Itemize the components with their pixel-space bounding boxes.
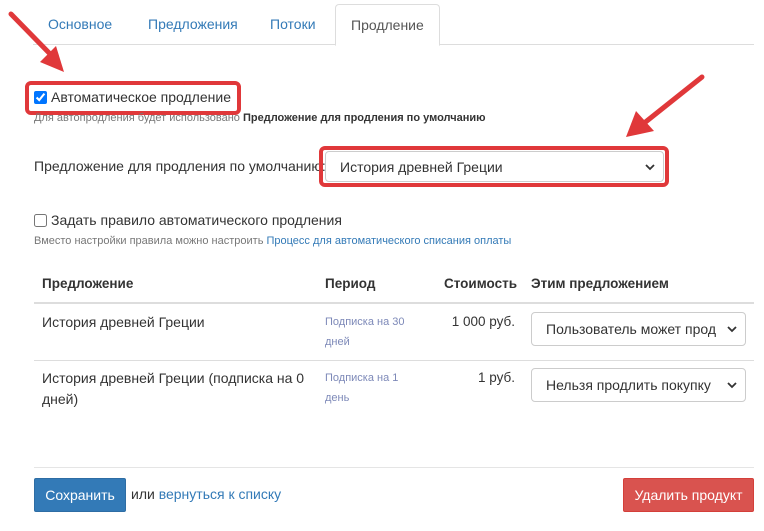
tab-renewal[interactable]: Продление bbox=[335, 4, 440, 46]
table-header-divider bbox=[34, 302, 754, 304]
chevron-down-icon bbox=[645, 163, 655, 170]
row-action-value: Пользователь может прод bbox=[546, 321, 716, 337]
row-period: Подписка на 1 день bbox=[325, 372, 399, 404]
auto-renewal-hint: Для автопродления будет использовано Пре… bbox=[34, 112, 486, 124]
rule-hint-text: Вместо настройки правила можно настроить bbox=[34, 235, 267, 247]
table-row-divider bbox=[34, 360, 754, 361]
chevron-down-icon bbox=[727, 326, 737, 333]
annotation-arrow-icon bbox=[626, 74, 705, 137]
tab-main[interactable]: Основное bbox=[33, 4, 127, 45]
delete-product-button[interactable]: Удалить продукт bbox=[623, 478, 754, 512]
default-offer-select[interactable]: История древней Греции bbox=[325, 151, 664, 182]
row-offer-name: История древней Греции bbox=[42, 314, 205, 330]
row-period: Подписка на 30 дней bbox=[325, 316, 405, 348]
row-action-value: Нельзя продлить покупку bbox=[546, 377, 711, 393]
auto-renewal-checkbox-row[interactable]: Автоматическое продление bbox=[34, 89, 231, 105]
rule-checkbox[interactable] bbox=[34, 213, 47, 227]
default-offer-select-value: История древней Греции bbox=[340, 158, 503, 175]
tab-bar: Основное Предложения Потоки Продление bbox=[33, 4, 754, 46]
col-header-offer: Предложение bbox=[42, 276, 134, 291]
back-to-list-link[interactable]: вернуться к списку bbox=[159, 486, 281, 502]
row-price: 1 000 руб. bbox=[451, 314, 515, 329]
auto-renewal-hint-text: Для автопродления будет использовано bbox=[34, 112, 243, 124]
col-header-action: Этим предложением bbox=[531, 276, 669, 291]
auto-renewal-label: Автоматическое продление bbox=[51, 89, 231, 105]
row-offer-name: История древней Греции (подписка на 0 дн… bbox=[42, 370, 305, 407]
or-text: или bbox=[131, 486, 155, 502]
col-header-period: Период bbox=[325, 276, 376, 291]
auto-renewal-checkbox[interactable] bbox=[34, 90, 47, 104]
row-price: 1 руб. bbox=[478, 370, 515, 385]
payment-process-link[interactable]: Процесс для автоматического списания опл… bbox=[266, 235, 511, 247]
rule-hint: Вместо настройки правила можно настроить… bbox=[34, 235, 511, 247]
tab-streams[interactable]: Потоки bbox=[255, 4, 331, 45]
rule-checkbox-row[interactable]: Задать правило автоматического продления bbox=[34, 212, 342, 228]
auto-renewal-hint-bold: Предложение для продления по умолчанию bbox=[242, 112, 486, 124]
footer-or: или вернуться к списку bbox=[131, 486, 281, 502]
default-offer-label: Предложение для продления по умолчанию: bbox=[34, 158, 326, 174]
row-action-select[interactable]: Нельзя продлить покупку bbox=[531, 368, 746, 402]
rule-checkbox-label: Задать правило автоматического продления bbox=[51, 212, 342, 228]
row-action-select[interactable]: Пользователь может прод bbox=[531, 312, 746, 346]
save-button[interactable]: Сохранить bbox=[34, 478, 126, 512]
col-header-price: Стоимость bbox=[444, 276, 518, 291]
chevron-down-icon bbox=[727, 382, 737, 389]
footer-divider bbox=[34, 467, 754, 468]
tab-offers[interactable]: Предложения bbox=[133, 4, 253, 45]
